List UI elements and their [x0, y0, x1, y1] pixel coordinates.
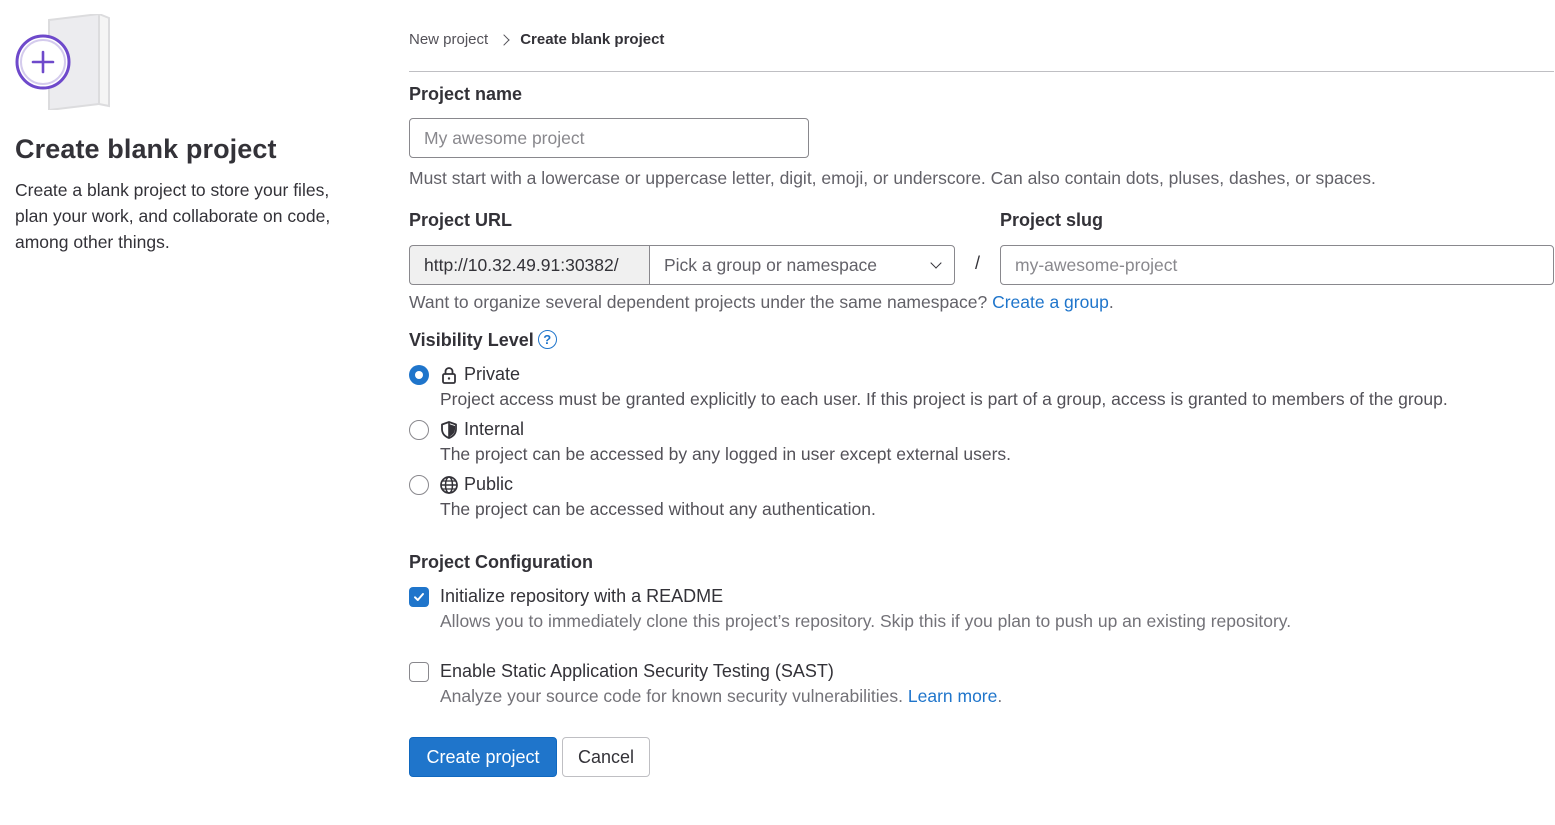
project-name-input[interactable]: My awesome project [409, 118, 809, 158]
chevron-right-icon [498, 33, 510, 46]
plus-circle-icon [15, 34, 71, 90]
sast-help-text: Analyze your source code for known secur… [440, 686, 903, 706]
visibility-option-public[interactable]: Public [409, 474, 513, 495]
sast-help-suffix: . [997, 686, 1003, 706]
visibility-level-text: Visibility Level [409, 330, 534, 350]
project-url-help-text: Want to organize several dependent proje… [409, 292, 988, 312]
visibility-help-internal: The project can be accessed by any logge… [440, 444, 1012, 464]
visibility-option-internal[interactable]: Internal [409, 419, 524, 440]
create-project-button[interactable]: Create project [409, 737, 557, 777]
blank-project-illustration [15, 12, 125, 112]
readme-checkbox[interactable] [409, 586, 429, 607]
sast-option[interactable]: Enable Static Application Security Testi… [409, 661, 834, 682]
project-url-label: Project URL [409, 210, 513, 230]
project-url-group: http://10.32.49.91:30382/ Pick a group o… [409, 245, 955, 285]
readme-option[interactable]: Initialize repository with a README [409, 586, 723, 607]
url-slug-separator: / [975, 253, 981, 273]
visibility-radio-private[interactable] [409, 364, 429, 385]
visibility-label-internal: Internal [464, 419, 525, 439]
project-configuration-label: Project Configuration [409, 552, 593, 572]
intro-description: Create a blank project to store your fil… [15, 180, 331, 252]
project-url-help-suffix: . [1108, 292, 1114, 312]
readme-help: Allows you to immediately clone this pro… [440, 611, 1292, 631]
breadcrumb-new-project[interactable]: New project [409, 31, 488, 48]
question-circle-icon[interactable]: ? [537, 330, 557, 350]
visibility-help-private: Project access must be granted explicitl… [440, 389, 1448, 409]
sast-checkbox[interactable] [409, 661, 429, 682]
intro-title: Create blank project [15, 134, 277, 164]
globe-icon [440, 475, 458, 494]
visibility-label-public: Public [464, 474, 514, 494]
chevron-down-icon [930, 256, 942, 269]
visibility-radio-public[interactable] [409, 474, 429, 495]
learn-more-link[interactable]: Learn more [908, 686, 998, 706]
visibility-label-private: Private [464, 364, 521, 384]
shield-icon [441, 420, 457, 439]
intro-panel: Create blank project Create a blank proj… [15, 12, 365, 255]
project-slug-label: Project slug [1000, 210, 1104, 230]
project-url-prefix: http://10.32.49.91:30382/ [409, 245, 649, 285]
lock-icon [442, 366, 456, 384]
project-name-help: Must start with a lowercase or uppercase… [409, 168, 1376, 188]
visibility-option-private[interactable]: Private [409, 364, 520, 385]
cancel-button[interactable]: Cancel [562, 737, 650, 777]
sast-help: Analyze your source code for known secur… [440, 686, 1002, 707]
project-name-label: Project name [409, 84, 523, 104]
visibility-radio-internal[interactable] [409, 419, 429, 440]
project-slug-input[interactable]: my-awesome-project [1000, 245, 1554, 285]
project-url-help: Want to organize several dependent proje… [409, 292, 1114, 313]
visibility-help-public: The project can be accessed without any … [440, 499, 876, 519]
sast-label: Enable Static Application Security Testi… [440, 661, 834, 681]
checkmark-icon [414, 592, 424, 601]
readme-label: Initialize repository with a README [440, 586, 724, 606]
visibility-level-label: Visibility Level? [409, 330, 557, 351]
namespace-select-placeholder: Pick a group or namespace [664, 254, 878, 275]
namespace-select[interactable]: Pick a group or namespace [649, 245, 955, 285]
create-group-link[interactable]: Create a group [992, 292, 1109, 312]
breadcrumb: New project Create blank project [409, 31, 664, 48]
breadcrumb-current: Create blank project [520, 31, 665, 48]
header-divider [409, 71, 1554, 72]
